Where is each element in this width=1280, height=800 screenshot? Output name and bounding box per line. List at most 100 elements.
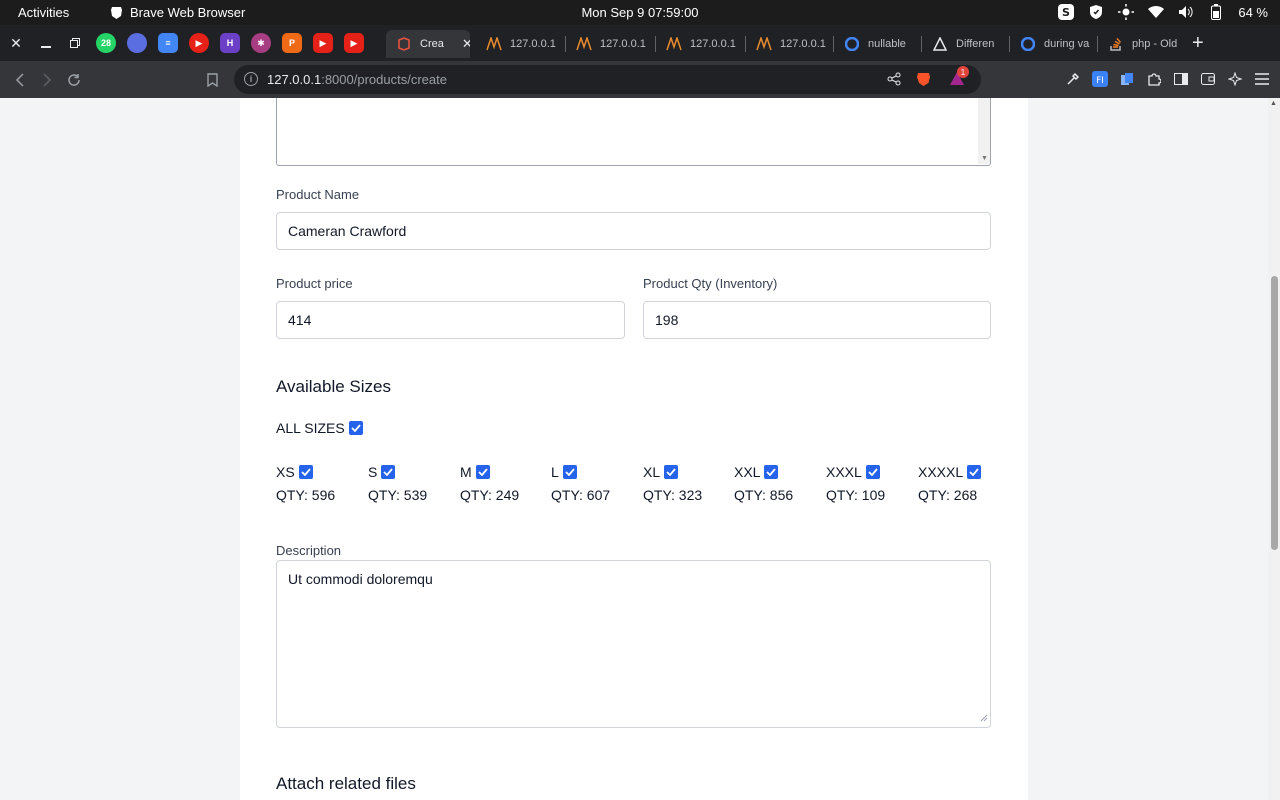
size-checkbox[interactable] xyxy=(664,465,679,479)
description-label: Description xyxy=(276,543,342,558)
fontinfo-icon[interactable]: FI xyxy=(1092,71,1108,87)
size-label: XXXXL xyxy=(918,464,964,480)
product-price-input[interactable]: 414 xyxy=(276,301,625,339)
minimize-icon[interactable] xyxy=(37,34,55,52)
scrollbar-thumb[interactable] xyxy=(1271,276,1278,550)
forward-icon[interactable] xyxy=(37,70,57,90)
size-checkbox[interactable] xyxy=(764,465,779,479)
stackoverflow-icon xyxy=(1108,36,1124,52)
size-label: XL xyxy=(643,464,661,480)
brave-shields-icon[interactable] xyxy=(916,71,931,92)
pinned-youtube-icon[interactable]: ▶ xyxy=(313,33,333,53)
tab-create[interactable]: Crea ✕ xyxy=(386,30,470,58)
rewards-badge: 1 xyxy=(957,66,969,78)
svg-text:FI: FI xyxy=(1096,76,1104,86)
brightness-icon[interactable] xyxy=(1118,4,1135,20)
all-sizes-checkbox[interactable] xyxy=(348,421,363,435)
size-option-xxxxl: XXXXL QTY: 268 xyxy=(918,464,982,503)
size-option-xxxl: XXXL QTY: 109 xyxy=(826,464,885,503)
pinned-hcomp-icon[interactable]: H xyxy=(220,33,240,53)
pinned-docs-icon[interactable]: ≡ xyxy=(158,33,178,53)
close-tab-icon[interactable]: ✕ xyxy=(462,36,470,52)
laravel-logo-icon xyxy=(576,36,592,52)
tab-title: during va xyxy=(1044,38,1090,50)
size-checkbox[interactable] xyxy=(865,465,880,479)
size-qty: QTY: 109 xyxy=(826,487,886,503)
shield-icon[interactable] xyxy=(1088,4,1104,20)
product-price-label: Product price xyxy=(276,276,353,291)
size-checkbox[interactable] xyxy=(562,465,577,479)
back-icon[interactable] xyxy=(10,70,30,90)
color-picker-icon[interactable] xyxy=(1065,71,1081,87)
pinned-whatsapp-icon[interactable]: 28 xyxy=(96,33,116,53)
address-bar[interactable]: i 127.0.0.1:8000/products/create 1 xyxy=(234,65,981,94)
bookmark-icon[interactable] xyxy=(202,70,222,90)
new-tab-button[interactable]: + xyxy=(1192,32,1204,55)
tab-localhost-4[interactable]: 127.0.0.1 xyxy=(746,30,832,58)
google-icon xyxy=(1020,36,1036,52)
size-label: S xyxy=(368,464,378,480)
product-qty-input[interactable]: 198 xyxy=(643,301,991,339)
tab-php-old[interactable]: php - Old xyxy=(1098,30,1184,58)
resize-handle-icon[interactable] xyxy=(980,709,988,725)
pinned-p-icon[interactable]: P xyxy=(282,33,302,53)
url-text[interactable]: 127.0.0.1:8000/products/create xyxy=(267,72,447,87)
share-icon[interactable] xyxy=(887,72,901,91)
size-option-xxl: XXL QTY: 856 xyxy=(734,464,793,503)
pinned-ai-icon[interactable]: ✱ xyxy=(251,33,271,53)
size-checkbox[interactable] xyxy=(475,465,490,479)
tab-title: php - Old xyxy=(1132,38,1178,50)
tab-title: nullable xyxy=(868,38,906,50)
tab-title: Crea xyxy=(420,38,444,50)
battery-icon[interactable] xyxy=(1208,4,1224,20)
scroll-up-icon[interactable]: ▲ xyxy=(1270,100,1277,107)
tab-title: Differen xyxy=(956,38,995,50)
restore-icon[interactable] xyxy=(66,34,84,52)
size-checkbox[interactable] xyxy=(381,465,396,479)
previous-textarea[interactable]: ▼ xyxy=(276,98,991,166)
wifi-icon[interactable] xyxy=(1148,4,1165,20)
tab-during-va[interactable]: during va xyxy=(1010,30,1096,58)
system-tray[interactable]: S 64 % xyxy=(1058,4,1268,20)
copy-extension-icon[interactable] xyxy=(1119,71,1135,87)
available-sizes-title: Available Sizes xyxy=(276,377,391,396)
tab-nullable[interactable]: nullable xyxy=(834,30,920,58)
size-label: XXXL xyxy=(826,464,862,480)
sidebar-icon[interactable] xyxy=(1173,71,1189,87)
menu-icon[interactable] xyxy=(1254,71,1270,87)
size-option-xl: XL QTY: 323 xyxy=(643,464,702,503)
skype-icon[interactable]: S xyxy=(1058,4,1075,20)
size-label: XXL xyxy=(734,464,761,480)
reload-icon[interactable] xyxy=(64,70,84,90)
pinned-tabs: 28 ≡ ▶ H ✱ P ▶ ▶ xyxy=(96,33,364,53)
extensions-area: FI xyxy=(1065,71,1270,87)
url-path: :8000/products/create xyxy=(321,72,447,87)
size-checkbox[interactable] xyxy=(967,465,982,479)
tab-title: 127.0.0.1 xyxy=(690,38,736,50)
tab-localhost-3[interactable]: 127.0.0.1 xyxy=(656,30,742,58)
tab-differen[interactable]: Differen xyxy=(922,30,1008,58)
page-scrollbar[interactable]: ▲ xyxy=(1268,98,1280,800)
close-window-icon[interactable]: ✕ xyxy=(7,34,25,52)
size-checkbox[interactable] xyxy=(298,465,313,479)
leo-ai-icon[interactable] xyxy=(1227,71,1243,87)
site-info-icon[interactable]: i xyxy=(244,72,258,86)
size-qty: QTY: 539 xyxy=(368,487,428,503)
size-qty: QTY: 596 xyxy=(276,487,336,503)
size-option-s: S QTY: 539 xyxy=(368,464,427,503)
tab-title: 127.0.0.1 xyxy=(780,38,826,50)
volume-icon[interactable] xyxy=(1178,4,1194,20)
system-top-bar: Activities Brave Web Browser Mon Sep 9 0… xyxy=(0,0,1280,25)
extensions-puzzle-icon[interactable] xyxy=(1146,71,1162,87)
tab-localhost-2[interactable]: 127.0.0.1 xyxy=(566,30,652,58)
browser-toolbar: i 127.0.0.1:8000/products/create 1 FI xyxy=(0,61,1280,98)
scroll-down-icon[interactable]: ▼ xyxy=(981,155,988,162)
wallet-icon[interactable] xyxy=(1200,71,1216,87)
pinned-linear-icon[interactable] xyxy=(127,33,147,53)
description-textarea[interactable]: Ut commodi doloremqu xyxy=(276,560,991,728)
product-name-input[interactable]: Cameran Crawford xyxy=(276,212,991,250)
tab-localhost-1[interactable]: 127.0.0.1 xyxy=(476,30,562,58)
pinned-youtube-2-icon[interactable]: ▶ xyxy=(344,33,364,53)
textarea-scrollbar[interactable]: ▼ xyxy=(978,98,990,164)
pinned-youtube-music-icon[interactable]: ▶ xyxy=(189,33,209,53)
